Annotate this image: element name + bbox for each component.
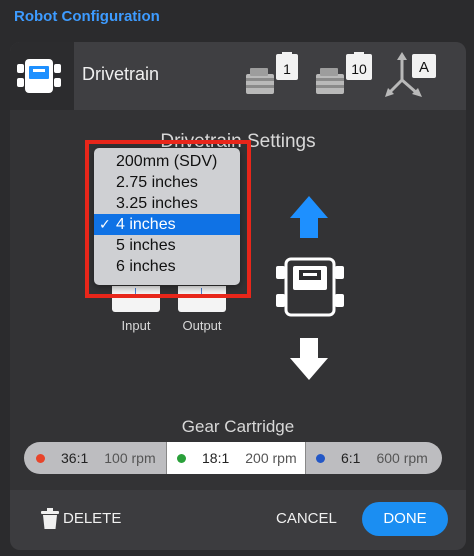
motor-icon[interactable]: 1 bbox=[244, 52, 302, 98]
motor-icon[interactable]: 10 bbox=[314, 52, 376, 98]
gear-option-6-1[interactable]: 6:1 600 rpm bbox=[306, 442, 442, 474]
window-title: Robot Configuration bbox=[14, 8, 160, 25]
inertial-port-label: A bbox=[419, 59, 429, 76]
red-dot-icon bbox=[36, 453, 45, 463]
gear-option-18-1[interactable]: 18:1 200 rpm bbox=[166, 442, 306, 474]
output-label: Output bbox=[182, 318, 222, 333]
robot-icon bbox=[276, 257, 344, 317]
input-label: Input bbox=[121, 318, 151, 333]
green-dot-icon bbox=[177, 453, 186, 463]
brain-icon bbox=[17, 59, 61, 93]
done-button[interactable]: DONE bbox=[362, 502, 448, 536]
trash-icon[interactable] bbox=[40, 508, 60, 530]
blue-dot-icon bbox=[316, 453, 325, 463]
device-name: Drivetrain bbox=[82, 64, 160, 84]
arrow-down-icon bbox=[290, 338, 328, 380]
gear-cartridge-selector: 36:1 100 rpm 18:1 200 rpm 6:1 600 rpm bbox=[24, 442, 442, 474]
gear-option-36-1[interactable]: 36:1 100 rpm bbox=[24, 442, 166, 474]
cancel-button[interactable]: CANCEL bbox=[276, 510, 337, 527]
inertial-sensor-icon[interactable]: A bbox=[384, 50, 440, 100]
arrow-up-icon bbox=[290, 196, 328, 238]
highlight-box bbox=[85, 140, 251, 298]
gear-cartridge-title: Gear Cartridge bbox=[181, 417, 295, 436]
device-selector[interactable] bbox=[10, 42, 74, 110]
delete-button[interactable]: DELETE bbox=[63, 510, 121, 527]
motor-port-1: 1 bbox=[283, 61, 291, 77]
dialog-footer: DELETE CANCEL DONE bbox=[10, 490, 466, 550]
device-header: Drivetrain 1 10 A bbox=[10, 42, 466, 110]
motor-port-10: 10 bbox=[351, 61, 367, 77]
drivetrain-dialog: Drivetrain 1 10 A Drivetrain Settings In… bbox=[10, 42, 466, 550]
